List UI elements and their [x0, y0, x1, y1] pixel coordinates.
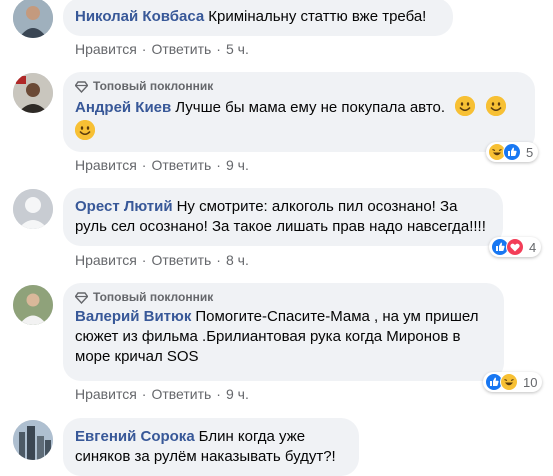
comment-bubble: Николай Ковбаса Кримінальну статтю вже тр… [63, 0, 453, 36]
comment-text: Орест Лютий Ну смотрите: алкоголь пил осо… [75, 197, 491, 237]
comment-actions: Нравится · Ответить · 5 ч. [75, 40, 249, 58]
comment-body: Кримінальну статтю вже треба! [208, 8, 427, 25]
comment-bubble: Топовый поклонник Валерий Витюк Помогите-… [63, 283, 504, 381]
comment-body: Лучше бы мама ему не покупала авто. [175, 99, 446, 116]
reaction-summary[interactable]: 4 [489, 237, 542, 257]
like-button[interactable]: Нравится [75, 386, 137, 402]
timestamp[interactable]: 9 ч. [226, 157, 249, 173]
reply-button[interactable]: Ответить [151, 386, 211, 402]
reaction-summary[interactable]: 5 [486, 142, 539, 162]
badge-label: Топовый поклонник [93, 290, 214, 304]
comment-author[interactable]: Валерий Витюк [75, 308, 191, 325]
comment-author[interactable]: Орест Лютий [75, 198, 173, 215]
reaction-summary[interactable]: 10 [483, 372, 543, 392]
top-fan-badge: Топовый поклонник [75, 79, 523, 94]
comment-bubble: Орест Лютий Ну смотрите: алкоголь пил осо… [63, 188, 503, 246]
reaction-count: 4 [529, 239, 537, 255]
comment-author[interactable]: Андрей Киев [75, 99, 171, 116]
separator: · [141, 157, 147, 173]
separator: · [216, 157, 221, 173]
comment-author[interactable]: Николай Ковбаса [75, 8, 204, 25]
like-button[interactable]: Нравится [75, 41, 137, 57]
comment-author[interactable]: Евгений Сорока [75, 428, 195, 445]
diamond-icon [75, 291, 88, 304]
smile-emoji-icon [486, 96, 507, 116]
avatar[interactable] [13, 420, 53, 460]
timestamp[interactable]: 5 ч. [226, 41, 249, 57]
comment-bubble: Евгений Сорока Блин когда уже синяков за … [63, 418, 359, 476]
comment-actions: Нравится · Ответить · 9 ч. [75, 385, 249, 403]
diamond-icon [75, 80, 88, 93]
comment-text: Евгений Сорока Блин когда уже синяков за … [75, 427, 347, 467]
separator: · [216, 252, 221, 268]
like-reaction-icon [503, 143, 521, 161]
reaction-count: 10 [523, 374, 538, 390]
comment-text: Андрей Киев Лучше бы мама ему не покупала… [75, 96, 523, 144]
reply-button[interactable]: Ответить [151, 252, 211, 268]
avatar[interactable] [13, 0, 53, 38]
like-button[interactable]: Нравится [75, 157, 137, 173]
smile-emoji-icon [455, 96, 476, 116]
timestamp[interactable]: 9 ч. [226, 386, 249, 402]
love-reaction-icon [506, 238, 524, 256]
avatar[interactable] [13, 73, 53, 113]
haha-reaction-icon [500, 373, 518, 391]
avatar[interactable] [13, 189, 53, 229]
separator: · [141, 386, 147, 402]
smile-emoji-icon [75, 120, 95, 140]
comment-text: Николай Ковбаса Кримінальну статтю вже тр… [75, 7, 441, 27]
comment-text: Валерий Витюк Помогите-Спасите-Мама , на … [75, 307, 492, 367]
separator: · [141, 41, 147, 57]
separator: · [216, 386, 221, 402]
top-fan-badge: Топовый поклонник [75, 290, 492, 305]
reaction-count: 5 [526, 144, 534, 160]
timestamp[interactable]: 8 ч. [226, 252, 249, 268]
comment-actions: Нравится · Ответить · 9 ч. [75, 156, 249, 174]
avatar[interactable] [13, 285, 53, 325]
comment-bubble: Топовый поклонник Андрей Киев Лучше бы ма… [63, 72, 535, 152]
like-button[interactable]: Нравится [75, 252, 137, 268]
reply-button[interactable]: Ответить [151, 41, 211, 57]
reply-button[interactable]: Ответить [151, 157, 211, 173]
separator: · [141, 252, 147, 268]
badge-label: Топовый поклонник [93, 79, 214, 93]
separator: · [216, 41, 221, 57]
comment-actions: Нравится · Ответить · 8 ч. [75, 251, 249, 269]
